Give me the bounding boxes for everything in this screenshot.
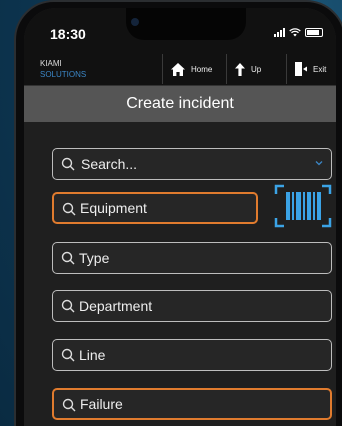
page-title: Create incident: [24, 86, 336, 122]
exit-button[interactable]: Exit: [286, 54, 336, 84]
search-icon: [61, 157, 75, 171]
line-label: Line: [79, 347, 106, 363]
exit-door-icon: [295, 62, 307, 76]
brand-name: KIAMI: [40, 59, 62, 68]
chevron-down-icon[interactable]: [315, 160, 323, 166]
up-button[interactable]: Up: [226, 54, 284, 84]
equipment-field[interactable]: Equipment: [52, 192, 258, 224]
app-screen: 18:30 KIAMI SOLUTIONS Home Up Exit Creat…: [24, 8, 336, 426]
camera-notch: [126, 8, 246, 40]
home-button[interactable]: Home: [162, 54, 224, 84]
search-icon: [62, 398, 76, 412]
wifi-icon: [289, 28, 301, 37]
line-field[interactable]: Line: [52, 339, 332, 371]
up-arrow-icon: [235, 62, 245, 76]
home-icon: [171, 62, 185, 76]
signal-icon: [274, 28, 285, 37]
search-placeholder: Search...: [81, 156, 138, 172]
status-time: 18:30: [50, 26, 86, 42]
front-camera: [131, 18, 139, 26]
exit-label: Exit: [313, 64, 327, 74]
barcode-scanner-icon[interactable]: [274, 184, 332, 228]
top-navbar: KIAMI SOLUTIONS Home Up Exit: [24, 52, 336, 86]
type-label: Type: [79, 250, 110, 266]
search-icon: [61, 251, 75, 265]
system-icons: [274, 28, 323, 37]
type-field[interactable]: Type: [52, 242, 332, 274]
department-field[interactable]: Department: [52, 290, 332, 322]
search-icon: [61, 299, 75, 313]
department-label: Department: [79, 298, 153, 314]
search-input[interactable]: Search...: [52, 148, 332, 180]
failure-field[interactable]: Failure: [52, 388, 332, 420]
equipment-label: Equipment: [80, 200, 147, 216]
phone-frame: 18:30 KIAMI SOLUTIONS Home Up Exit Creat…: [14, 0, 342, 426]
brand-logo: KIAMI SOLUTIONS: [40, 58, 86, 80]
search-icon: [62, 202, 76, 216]
up-label: Up: [251, 64, 262, 74]
battery-icon: [305, 28, 323, 37]
incident-form: Search... Equipment Type Department Line…: [24, 122, 336, 426]
search-icon: [61, 348, 75, 362]
failure-label: Failure: [80, 396, 123, 412]
home-label: Home: [191, 64, 213, 74]
brand-subtitle: SOLUTIONS: [40, 70, 87, 79]
